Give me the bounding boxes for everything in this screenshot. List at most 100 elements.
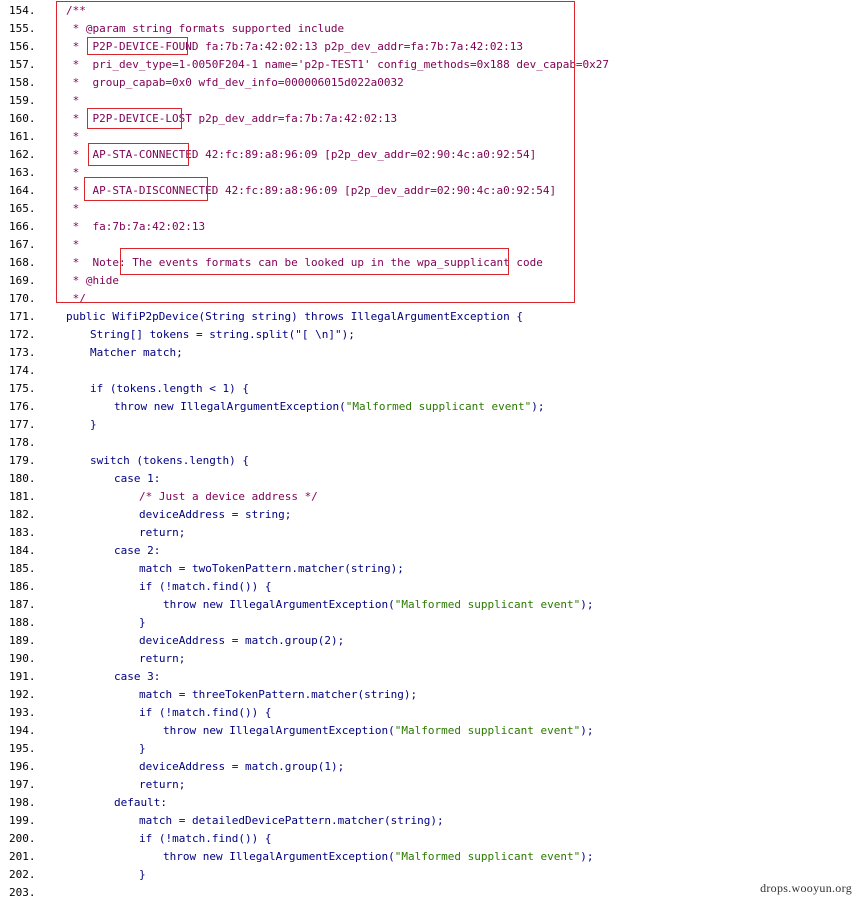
- line-text: Matcher match;: [90, 344, 183, 362]
- line-number: 188.: [9, 616, 36, 629]
- highlight-ap-sta-disconnected: [84, 177, 208, 201]
- line-text: throw new IllegalArgumentException("Malf…: [163, 596, 593, 614]
- code-token: "Malformed supplicant event": [394, 598, 581, 611]
- line-text: return;: [139, 776, 185, 794]
- line-number: 154.: [9, 4, 36, 17]
- line-number: 187.: [9, 598, 36, 611]
- code-token: deviceAddress = match.group(2);: [139, 634, 345, 647]
- line-number: 184.: [9, 544, 36, 557]
- code-token: match = twoTokenPattern.matcher(string);: [139, 562, 404, 575]
- line-number: 200.: [9, 832, 36, 845]
- code-token: }: [139, 742, 146, 755]
- line-number: 177.: [9, 418, 36, 431]
- line-text: deviceAddress = match.group(2);: [139, 632, 344, 650]
- line-number: 172.: [9, 328, 36, 341]
- line-text: case 1:: [114, 470, 160, 488]
- line-text: /* Just a device address */: [139, 488, 318, 506]
- line-number: 193.: [9, 706, 36, 719]
- line-number: 189.: [9, 634, 36, 647]
- line-text: match = threeTokenPattern.matcher(string…: [139, 686, 417, 704]
- line-text: }: [139, 866, 146, 884]
- code-token: throw new IllegalArgumentException(: [163, 724, 395, 737]
- code-token: match = threeTokenPattern.matcher(string…: [139, 688, 418, 701]
- highlight-p2p-device-lost: [87, 108, 182, 129]
- code-token: if (!match.find()) {: [139, 580, 272, 593]
- line-number: 165.: [9, 202, 36, 215]
- line-number: 169.: [9, 274, 36, 287]
- line-number: 182.: [9, 508, 36, 521]
- line-number: 160.: [9, 112, 36, 125]
- line-number: 194.: [9, 724, 36, 737]
- line-number: 161.: [9, 130, 36, 143]
- code-token: return;: [139, 526, 186, 539]
- code-token: match = detailedDevicePattern.matcher(st…: [139, 814, 444, 827]
- line-number: 202.: [9, 868, 36, 881]
- line-text: default:: [114, 794, 167, 812]
- line-text: return;: [139, 524, 185, 542]
- code-token: throw new IllegalArgumentException(: [163, 598, 395, 611]
- line-text: if (tokens.length < 1) {: [90, 380, 249, 398]
- code-token: }: [139, 868, 146, 881]
- line-number: 203.: [9, 886, 36, 899]
- highlight-ap-sta-connected: [88, 143, 189, 166]
- line-number: 171.: [9, 310, 36, 323]
- line-number: 195.: [9, 742, 36, 755]
- code-token: }: [139, 616, 146, 629]
- code-token: deviceAddress = string;: [139, 508, 292, 521]
- code-token: "Malformed supplicant event": [394, 850, 581, 863]
- code-token: throw new IllegalArgumentException(: [114, 400, 346, 413]
- line-text: return;: [139, 650, 185, 668]
- code-token: case 3:: [114, 670, 161, 683]
- line-text: throw new IllegalArgumentException("Malf…: [114, 398, 544, 416]
- line-number: 166.: [9, 220, 36, 233]
- code-token: Matcher match;: [90, 346, 183, 359]
- line-number: 186.: [9, 580, 36, 593]
- line-text: deviceAddress = string;: [139, 506, 291, 524]
- line-number: 155.: [9, 22, 36, 35]
- line-number: 201.: [9, 850, 36, 863]
- highlight-p2p-device-found: [87, 37, 188, 55]
- line-number: 175.: [9, 382, 36, 395]
- line-number: 198.: [9, 796, 36, 809]
- code-token: if (!match.find()) {: [139, 832, 272, 845]
- line-number: 183.: [9, 526, 36, 539]
- watermark: drops.wooyun.org: [760, 881, 852, 895]
- code-token: if (!match.find()) {: [139, 706, 272, 719]
- line-number: 196.: [9, 760, 36, 773]
- line-number: 179.: [9, 454, 36, 467]
- code-token: );: [580, 598, 594, 611]
- code-token: /* Just a device address */: [139, 490, 318, 503]
- line-text: if (!match.find()) {: [139, 578, 271, 596]
- line-number: 190.: [9, 652, 36, 665]
- line-text: match = twoTokenPattern.matcher(string);: [139, 560, 404, 578]
- line-number: 192.: [9, 688, 36, 701]
- line-number: 158.: [9, 76, 36, 89]
- code-token: default:: [114, 796, 167, 809]
- code-token: deviceAddress = match.group(1);: [139, 760, 345, 773]
- line-number: 191.: [9, 670, 36, 683]
- line-number: 181.: [9, 490, 36, 503]
- line-text: throw new IllegalArgumentException("Malf…: [163, 722, 593, 740]
- line-number: 167.: [9, 238, 36, 251]
- code-token: return;: [139, 652, 186, 665]
- code-token: case 2:: [114, 544, 161, 557]
- code-token: String[] tokens = string.split("[ \n]");: [90, 328, 355, 341]
- line-number: 163.: [9, 166, 36, 179]
- line-number: 173.: [9, 346, 36, 359]
- line-text: case 3:: [114, 668, 160, 686]
- line-number: 185.: [9, 562, 36, 575]
- code-token: );: [531, 400, 545, 413]
- line-text: match = detailedDevicePattern.matcher(st…: [139, 812, 444, 830]
- line-text: String[] tokens = string.split("[ \n]");: [90, 326, 355, 344]
- code-token: }: [90, 418, 97, 431]
- line-number: 174.: [9, 364, 36, 377]
- line-text: case 2:: [114, 542, 160, 560]
- code-token: if (tokens.length < 1) {: [90, 382, 249, 395]
- code-token: public WifiP2pDevice(String string) thro…: [66, 310, 523, 323]
- highlight-note-text: [120, 248, 509, 275]
- line-text: public WifiP2pDevice(String string) thro…: [66, 308, 523, 326]
- line-text: }: [139, 614, 146, 632]
- code-token: "Malformed supplicant event": [394, 724, 581, 737]
- line-text: deviceAddress = match.group(1);: [139, 758, 344, 776]
- code-token: switch (tokens.length) {: [90, 454, 249, 467]
